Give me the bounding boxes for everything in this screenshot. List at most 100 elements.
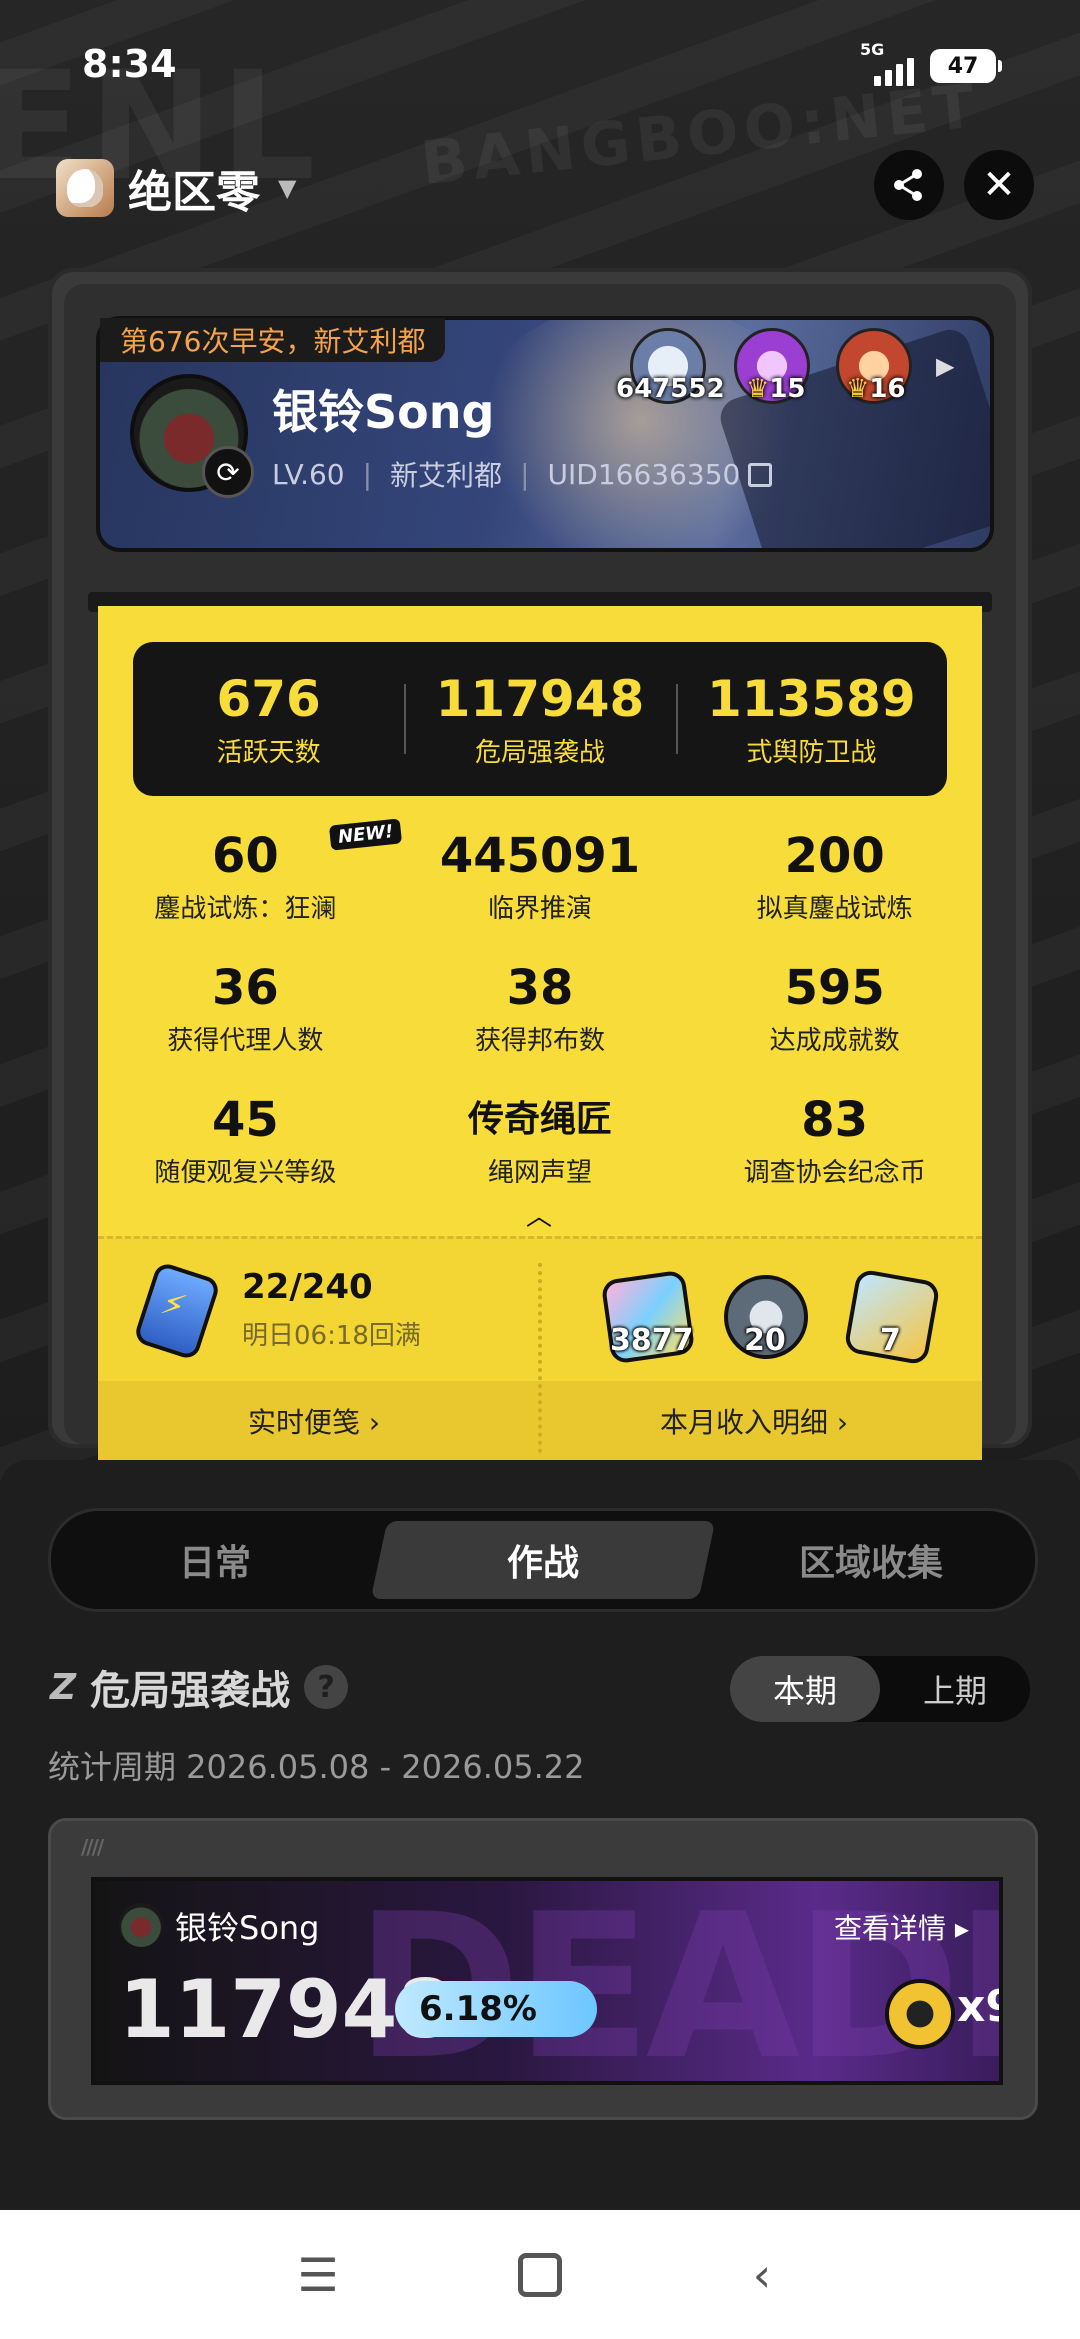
realtime-notes-link[interactable]: 实时便笺 ›: [248, 1401, 380, 1441]
home-icon[interactable]: [518, 2252, 562, 2297]
stat-item[interactable]: 200 拟真鏖战试炼: [687, 826, 982, 958]
summary-item[interactable]: 117948 危局强袭战: [404, 642, 675, 796]
stat-value: 595: [784, 960, 885, 1016]
menu-icon[interactable]: ☰: [288, 2248, 348, 2302]
share-icon: [894, 169, 922, 201]
stat-item[interactable]: 60 鏖战试炼：狂澜 NEW!: [98, 818, 403, 958]
player-avatar-small: [119, 1903, 163, 1947]
section-title: 危局强袭战: [90, 1668, 291, 1714]
stripes-decoration: ////: [81, 1835, 104, 1859]
player-info: LV.60 | 新艾利都 | UID16636350: [272, 454, 773, 494]
app-title: 绝区零: [128, 167, 260, 218]
stat-label: 获得代理人数: [167, 1026, 324, 1056]
summary-label: 危局强袭战: [474, 737, 605, 768]
stat-value: 36: [211, 960, 279, 1016]
previous-period-button[interactable]: 上期: [880, 1656, 1030, 1722]
stat-label: 临界推演: [488, 894, 593, 924]
chevron-right-icon[interactable]: ▶: [936, 352, 954, 380]
medal-multiplier: x9: [957, 1981, 999, 2032]
stat-value: 83: [801, 1092, 869, 1148]
greeting: 第676次早安，新艾利都: [100, 318, 446, 362]
stamina-refill-time: 明日06:18回满: [242, 1321, 421, 1351]
stat-item[interactable]: 38 获得邦布数: [393, 958, 688, 1090]
stamina-value: 22/240: [242, 1267, 373, 1307]
battery-level: 47: [947, 53, 979, 79]
resource-count: 3877: [610, 1323, 694, 1358]
current-period-button[interactable]: 本期: [730, 1656, 880, 1722]
system-nav-bar: ☰ ‹: [0, 2210, 1080, 2339]
stat-value: 传奇绳匠: [468, 1099, 613, 1140]
divider: [538, 1263, 542, 1453]
game-app-icon: [56, 159, 114, 217]
stat-label: 拟真鏖战试炼: [756, 894, 913, 924]
copy-icon[interactable]: [748, 462, 773, 487]
medal-value-crown: ♛15: [746, 374, 806, 404]
player-level: LV.60: [272, 457, 345, 491]
battery-icon: 47: [930, 49, 1002, 83]
summary-value: 117948: [435, 669, 645, 728]
tab-bar: 日常 作战 区域收集: [48, 1508, 1038, 1612]
close-icon: ✕: [982, 162, 1016, 208]
monthly-income-link[interactable]: 本月收入明细 ›: [660, 1401, 848, 1441]
stamina-panel: 22/240 明日06:18回满 3877 20 7 实时便笺 › 本月收入明细…: [98, 1236, 982, 1461]
resource-count: 7: [880, 1323, 901, 1358]
stats-grid: 60 鏖战试炼：狂澜 NEW! 445091 临界推演 200 拟真鏖战试炼 3…: [98, 818, 982, 1222]
section-header: Z 危局强袭战 ?: [50, 1658, 349, 1716]
zzz-logo-icon: Z: [50, 1666, 77, 1708]
tab-region-collection[interactable]: 区域收集: [707, 1511, 1035, 1609]
stat-item[interactable]: 83 调查协会纪念币: [687, 1090, 982, 1222]
stat-period: 统计周期 2026.05.08 - 2026.05.22: [48, 1748, 585, 1786]
medal-coin-icon: [885, 1979, 955, 2049]
app-switcher[interactable]: 绝区零 ▼: [56, 156, 296, 220]
assault-card: //// DEADLY 银铃Song 查看详情 ▸ 117948 6.18% x…: [48, 1818, 1038, 2120]
summary-label: 活跃天数: [216, 737, 321, 768]
status-bar: 8:34 5G 47: [0, 0, 1080, 140]
summary-label: 式舆防卫战: [746, 737, 877, 768]
period-toggle: 本期 上期: [730, 1656, 1030, 1722]
summary-value: 676: [216, 669, 321, 728]
stat-label: 鏖战试炼：狂澜: [154, 894, 337, 924]
summary-value: 113589: [706, 669, 916, 728]
stat-label: 随便观复兴等级: [154, 1158, 337, 1188]
status-time: 8:34: [82, 42, 177, 86]
help-icon[interactable]: ?: [304, 1665, 349, 1709]
signal-icon: 5G: [860, 40, 918, 86]
player-name: 银铃Song: [272, 385, 495, 439]
stat-label: 绳网声望: [488, 1158, 593, 1188]
summary-item[interactable]: 113589 式舆防卫战: [675, 642, 947, 796]
collapse-chevron-up-icon[interactable]: ︿: [526, 1196, 552, 1233]
tab-combat[interactable]: 作战: [370, 1521, 716, 1599]
stat-value: 200: [784, 828, 885, 884]
stat-item[interactable]: 45 随便观复兴等级: [98, 1090, 393, 1222]
close-button[interactable]: ✕: [964, 150, 1034, 220]
assault-card-inner[interactable]: DEADLY 银铃Song 查看详情 ▸ 117948 6.18% x9: [91, 1877, 1003, 2085]
stat-item[interactable]: 36 获得代理人数: [98, 958, 393, 1090]
player-server: 新艾利都: [390, 459, 503, 492]
switch-account-icon[interactable]: ⟳: [202, 446, 254, 498]
summary-box: 676 活跃天数 117948 危局强袭战 113589 式舆防卫战: [133, 642, 947, 796]
player-uid[interactable]: UID16636350: [548, 458, 773, 491]
battery-charge-icon: [132, 1260, 222, 1362]
stat-item[interactable]: 445091 临界推演: [393, 826, 688, 958]
resource-count: 20: [744, 1323, 786, 1358]
stat-label: 获得邦布数: [475, 1026, 606, 1056]
stat-item[interactable]: 595 达成成就数: [687, 958, 982, 1090]
stat-value: 60: [211, 828, 279, 884]
status-icons: 5G 47: [860, 40, 1002, 86]
tab-daily[interactable]: 日常: [51, 1511, 379, 1609]
stat-value: 38: [506, 960, 574, 1016]
rank-percent-badge: 6.18%: [395, 1981, 597, 2037]
network-type: 5G: [860, 40, 885, 59]
stat-value: 45: [211, 1092, 279, 1148]
summary-item[interactable]: 676 活跃天数: [133, 642, 404, 796]
medal-value: 647552: [616, 374, 725, 404]
view-details-link[interactable]: 查看详情 ▸: [834, 1907, 969, 1947]
stat-label: 调查协会纪念币: [743, 1158, 926, 1188]
stat-label: 达成成就数: [769, 1026, 900, 1056]
caret-down-icon: ▼: [278, 174, 297, 202]
share-button[interactable]: [874, 150, 944, 220]
stat-value: 445091: [439, 828, 641, 884]
card-player-name: 银铃Song: [175, 1909, 320, 1947]
medal-value-crown: ♛16: [846, 374, 906, 404]
back-icon[interactable]: ‹: [732, 2248, 792, 2302]
